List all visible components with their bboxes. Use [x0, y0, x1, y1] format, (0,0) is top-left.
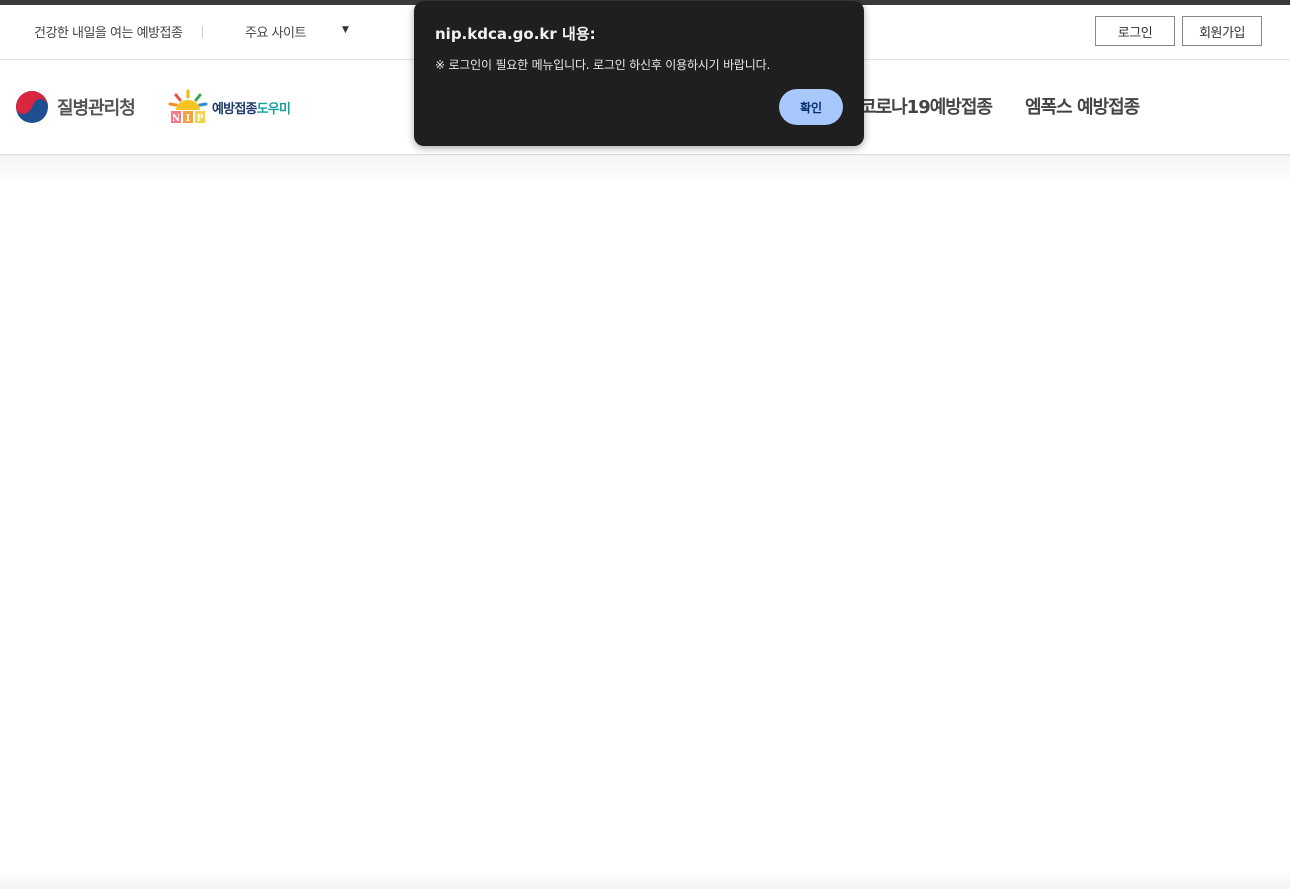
nip-sun-logo-icon: N I P [168, 89, 208, 124]
content-top-shadow [0, 155, 1290, 185]
menu-mpox-vaccination[interactable]: 엠폭스 예방접종 [1025, 93, 1140, 119]
nip-logo[interactable]: N I P 예방접종도우미 [168, 89, 291, 125]
alert-dialog-title: nip.kdca.go.kr 내용: [435, 25, 596, 43]
menu-covid19-vaccination[interactable]: 코로나19예방접종 [860, 93, 993, 119]
svg-text:P: P [197, 114, 204, 124]
confirm-button[interactable]: 확인 [779, 89, 843, 125]
slogan-text: 건강한 내일을 여는 예방접종 [34, 26, 183, 41]
nip-logo-text: 예방접종도우미 [212, 98, 291, 117]
triangle-down-icon: ▼ [342, 25, 349, 35]
alert-dialog: nip.kdca.go.kr 내용: ※ 로그인이 필요한 메뉴입니다. 로그인… [414, 1, 864, 146]
svg-text:I: I [186, 114, 190, 124]
signup-button[interactable]: 회원가입 [1182, 16, 1262, 46]
nip-logo-text-secondary: 도우미 [256, 101, 291, 117]
content-bottom-fade [0, 871, 1290, 889]
alert-dialog-message: ※ 로그인이 필요한 메뉴입니다. 로그인 하신후 이용하시기 바랍니다. [435, 58, 771, 72]
kdca-logo[interactable]: 질병관리청 [15, 90, 136, 124]
kdca-logo-text: 질병관리청 [57, 98, 136, 119]
nip-logo-text-primary: 예방접종 [212, 101, 257, 117]
utility-divider [202, 26, 203, 38]
svg-text:N: N [172, 114, 180, 124]
major-sites-label: 주요 사이트 [245, 26, 306, 41]
major-sites-select[interactable]: 주요 사이트 ▼ [245, 22, 355, 42]
kdca-emblem-icon [16, 91, 48, 123]
login-button[interactable]: 로그인 [1095, 16, 1175, 46]
